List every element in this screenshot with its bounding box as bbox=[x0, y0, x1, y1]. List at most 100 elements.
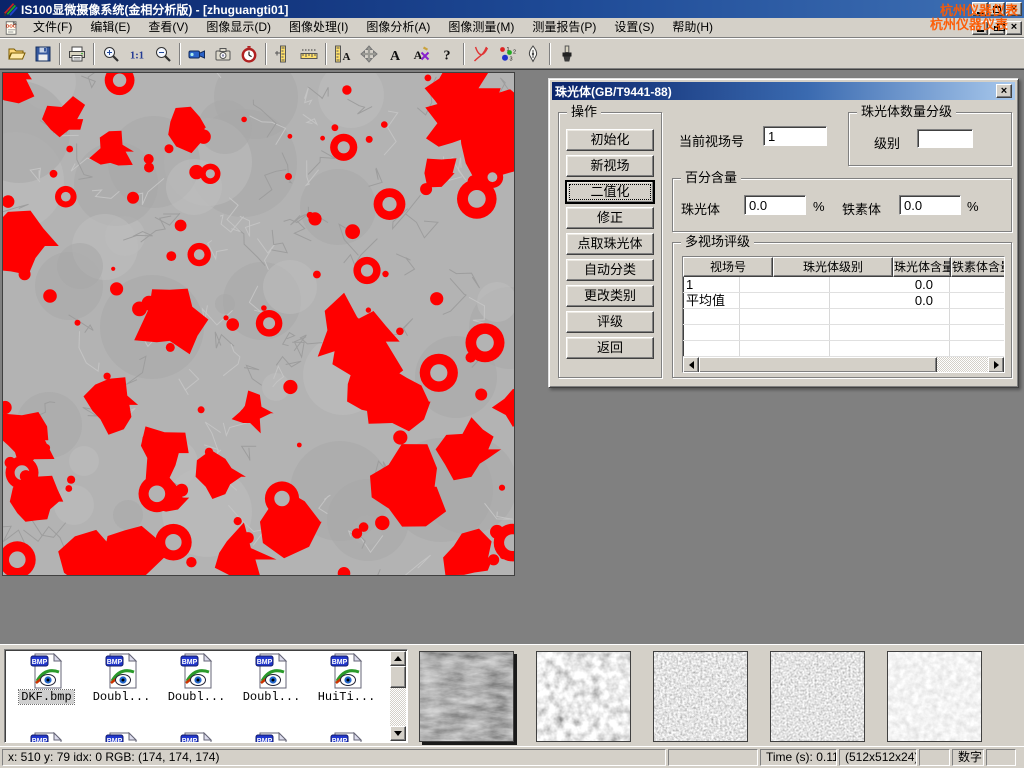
menu-item[interactable]: 图像分析(A) bbox=[357, 18, 439, 37]
thumbnail[interactable] bbox=[536, 651, 631, 742]
menu-item[interactable]: 图像测量(M) bbox=[439, 18, 523, 37]
file-item[interactable]: BMP bbox=[309, 732, 384, 743]
op-button[interactable]: 点取珠光体 bbox=[566, 233, 654, 255]
scroll-down-button[interactable] bbox=[390, 726, 406, 741]
table-row[interactable]: 平均值 0.0 bbox=[683, 293, 1004, 309]
file-item[interactable]: BMP Doubl... bbox=[84, 653, 159, 704]
child-close-button[interactable]: × bbox=[1006, 21, 1022, 35]
pearlite-input[interactable] bbox=[744, 195, 806, 215]
toolbar-button[interactable]: 123 bbox=[494, 41, 520, 66]
menu-item[interactable]: 图像处理(I) bbox=[280, 18, 357, 37]
toolbar-button bbox=[179, 43, 181, 65]
file-item[interactable]: BMP Doubl... bbox=[159, 653, 234, 704]
thumbnail[interactable] bbox=[653, 651, 748, 742]
toolbar-button[interactable] bbox=[356, 41, 382, 66]
op-button[interactable]: 二值化 bbox=[566, 181, 654, 203]
file-name: DKF.bmp bbox=[19, 690, 73, 704]
bmp-file-icon: BMP bbox=[180, 653, 214, 689]
toolbar-button[interactable] bbox=[270, 41, 296, 66]
toolbar-button[interactable]: A bbox=[330, 41, 356, 66]
toolbar-button[interactable] bbox=[64, 41, 90, 66]
file-item[interactable]: BMP bbox=[84, 732, 159, 743]
op-button[interactable]: 评级 bbox=[566, 311, 654, 333]
file-item[interactable]: BMP DKF.bmp bbox=[9, 653, 84, 704]
current-field-input[interactable] bbox=[763, 126, 827, 146]
toolbar-button[interactable]: ? bbox=[434, 41, 460, 66]
op-button[interactable]: 初始化 bbox=[566, 129, 654, 151]
file-item[interactable]: BMP HuiTi... bbox=[309, 653, 384, 704]
child-restore-button[interactable] bbox=[989, 21, 1005, 35]
title-bar: IS100显微摄像系统(金相分析版) - [zhuguangti01] × bbox=[0, 0, 1024, 18]
table-column-header[interactable]: 视场号 bbox=[683, 257, 773, 277]
scrollbar-thumb[interactable] bbox=[390, 666, 406, 688]
percent-group: 百分含量 珠光体 % 铁素体 % bbox=[672, 178, 1012, 232]
minimize-icon bbox=[977, 12, 984, 14]
scrollbar-track[interactable] bbox=[937, 357, 988, 373]
file-list-scrollbar[interactable] bbox=[390, 651, 406, 741]
table-column-header[interactable]: 珠光体级别 bbox=[773, 257, 893, 277]
toolbar-button[interactable] bbox=[296, 41, 322, 66]
scroll-right-button[interactable] bbox=[988, 357, 1004, 373]
thumbnail[interactable] bbox=[770, 651, 865, 742]
toolbar-button[interactable] bbox=[236, 41, 262, 66]
scrollbar-thumb[interactable] bbox=[699, 357, 937, 373]
op-button[interactable]: 修正 bbox=[566, 207, 654, 229]
toolbar-button[interactable] bbox=[210, 41, 236, 66]
scrollbar-track[interactable] bbox=[390, 688, 406, 726]
menu-item[interactable]: 编辑(E) bbox=[81, 18, 139, 37]
minimize-button[interactable] bbox=[972, 2, 988, 16]
table-row[interactable] bbox=[683, 341, 1004, 357]
table-row[interactable] bbox=[683, 309, 1004, 325]
table-row[interactable] bbox=[683, 325, 1004, 341]
table-row[interactable]: 1 0.0 bbox=[683, 277, 1004, 293]
maximize-button[interactable] bbox=[989, 2, 1005, 16]
menu-item[interactable]: 测量报告(P) bbox=[523, 18, 605, 37]
document-icon[interactable]: DOC bbox=[4, 20, 20, 36]
thumbnail[interactable] bbox=[419, 651, 514, 742]
menu-item[interactable]: 查看(V) bbox=[139, 18, 197, 37]
table-column-header[interactable]: 珠光体含量(%) bbox=[893, 257, 951, 277]
app-icon bbox=[2, 1, 18, 17]
zoom-out-icon bbox=[153, 44, 173, 64]
toolbar-button[interactable]: 1:1 bbox=[124, 41, 150, 66]
table-column-header[interactable]: 铁素体含量(%) bbox=[951, 257, 1005, 277]
metallographic-image[interactable] bbox=[2, 72, 515, 576]
level-input[interactable] bbox=[917, 129, 973, 148]
scroll-left-button[interactable] bbox=[683, 357, 699, 373]
multifield-table: 视场号珠光体级别珠光体含量(%)铁素体含量(%) 1 0.0 bbox=[682, 256, 1005, 373]
toolbar-button[interactable] bbox=[150, 41, 176, 66]
toolbar-button[interactable] bbox=[520, 41, 546, 66]
toolbar-button[interactable] bbox=[184, 41, 210, 66]
file-item[interactable]: BMP bbox=[9, 732, 84, 743]
ferrite-input[interactable] bbox=[899, 195, 961, 215]
bmp-file-icon: BMP bbox=[30, 653, 64, 689]
table-hscrollbar[interactable] bbox=[683, 357, 1004, 373]
menu-item[interactable]: 图像显示(D) bbox=[197, 18, 280, 37]
file-item[interactable]: BMP bbox=[234, 732, 309, 743]
file-item[interactable]: BMP bbox=[159, 732, 234, 743]
op-button[interactable]: 新视场 bbox=[566, 155, 654, 177]
op-button[interactable]: 更改类别 bbox=[566, 285, 654, 307]
svg-text:BMP: BMP bbox=[31, 738, 47, 743]
op-button[interactable]: 自动分类 bbox=[566, 259, 654, 281]
toolbar-button[interactable] bbox=[554, 41, 580, 66]
close-button[interactable]: × bbox=[1006, 2, 1022, 16]
toolbar-button[interactable]: A bbox=[408, 41, 434, 66]
dialog-title-bar[interactable]: 珠光体(GB/T9441-88) × bbox=[552, 82, 1015, 100]
dialog-close-button[interactable]: × bbox=[996, 84, 1012, 98]
window-title: IS100显微摄像系统(金相分析版) - [zhuguangti01] bbox=[21, 1, 288, 18]
scroll-up-button[interactable] bbox=[390, 651, 406, 666]
thumbnail[interactable] bbox=[887, 651, 982, 742]
op-button[interactable]: 返回 bbox=[566, 337, 654, 359]
menu-item[interactable]: 设置(S) bbox=[605, 18, 663, 37]
file-item[interactable]: BMP Doubl... bbox=[234, 653, 309, 704]
menu-item[interactable]: 帮助(H) bbox=[663, 18, 722, 37]
toolbar-button[interactable] bbox=[4, 41, 30, 66]
toolbar-button[interactable] bbox=[98, 41, 124, 66]
operations-group: 操作 初始化新视场二值化修正点取珠光体自动分类更改类别评级返回 bbox=[558, 112, 662, 378]
toolbar-button[interactable]: A bbox=[382, 41, 408, 66]
toolbar-button[interactable] bbox=[30, 41, 56, 66]
toolbar-button[interactable] bbox=[468, 41, 494, 66]
child-minimize-button[interactable] bbox=[972, 21, 988, 35]
menu-item[interactable]: 文件(F) bbox=[24, 18, 81, 37]
